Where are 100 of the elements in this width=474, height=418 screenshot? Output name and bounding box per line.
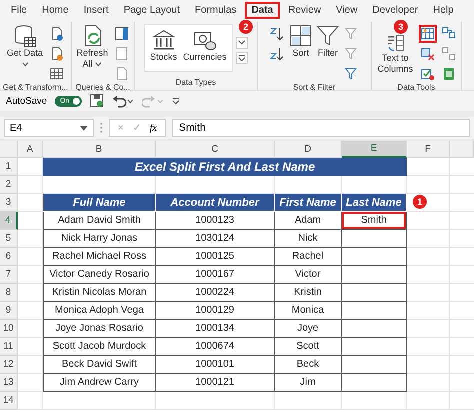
name-box[interactable]: E4 (4, 119, 94, 137)
hierarchy-icon[interactable] (442, 47, 456, 61)
table-cell: Victor Canedy Rosario (43, 266, 156, 284)
row-header[interactable]: 4 (0, 212, 18, 230)
relationships-icon[interactable] (442, 27, 456, 41)
data-model-icon[interactable] (442, 67, 456, 81)
ribbon-tab[interactable]: Review (281, 2, 328, 19)
column-header[interactable]: C (156, 141, 275, 158)
flash-fill-icon[interactable] (420, 27, 434, 41)
row-header[interactable]: 11 (0, 338, 18, 356)
table-cell: Adam (275, 212, 342, 230)
table-cell: 1000134 (156, 320, 275, 338)
dropdown-icon[interactable] (80, 126, 88, 130)
table-cell: Kristin (275, 284, 342, 302)
save-icon[interactable] (90, 94, 104, 108)
gallery-item[interactable]: Currencies (183, 52, 227, 62)
table-cell: 1000674 (156, 338, 275, 356)
grip-icon (100, 122, 103, 134)
column-header[interactable]: F (407, 141, 450, 158)
table-icon[interactable] (50, 67, 64, 81)
caret-icon[interactable] (22, 62, 28, 67)
formula-field[interactable]: Smith (172, 119, 470, 137)
document-icon[interactable] (50, 27, 64, 41)
filter-icon[interactable] (316, 24, 340, 48)
table-cell: Nick Harry Jonas (43, 230, 156, 248)
remove-duplicates-icon[interactable] (420, 47, 434, 61)
ribbon-button[interactable]: Sort (292, 48, 310, 59)
table-cell: Nick (275, 230, 342, 248)
title-banner: Excel Split First And Last Name (43, 158, 407, 176)
ribbon-button[interactable]: Filter (318, 48, 338, 59)
sort-descending-icon[interactable] (270, 47, 284, 61)
ribbon-tab[interactable]: Page Layout (116, 2, 187, 19)
table-cell: Victor (275, 266, 342, 284)
row-header[interactable]: 7 (0, 266, 18, 284)
filter-icon[interactable] (345, 67, 359, 81)
sort-icon[interactable] (289, 24, 313, 48)
validation-icon[interactable] (420, 67, 434, 81)
ribbon-button[interactable]: Get Data (5, 48, 45, 70)
group-label: Sort & Filter (292, 83, 337, 94)
gallery-item[interactable]: Stocks (150, 52, 178, 62)
row-header[interactable]: 1 (0, 158, 18, 176)
row-header[interactable]: 10 (0, 320, 18, 338)
column-header[interactable]: B (43, 141, 156, 158)
table-cell: 1000224 (156, 284, 275, 302)
table-cell: Scott Jacob Murdock (43, 338, 156, 356)
ribbon-button[interactable]: Text to Columns (376, 53, 416, 75)
table-cell: Smith (342, 212, 407, 230)
table-cell: Joye (275, 320, 342, 338)
insert-function-button[interactable]: fx (150, 122, 158, 134)
ribbon-button[interactable]: Refresh All (75, 48, 110, 70)
ribbon-tab[interactable]: File (4, 2, 34, 19)
row-header[interactable]: 14 (0, 392, 18, 410)
table-cell: Jim (275, 374, 342, 392)
data-types-gallery[interactable]: Stocks Currencies (144, 24, 233, 72)
column-header[interactable]: A (18, 141, 43, 158)
document-icon[interactable] (50, 47, 64, 61)
bank-icon[interactable] (152, 28, 176, 52)
table-cell: Beck (275, 356, 342, 374)
table-cell: 1030124 (156, 230, 275, 248)
table-cell: Scott (275, 338, 342, 356)
ribbon-tab[interactable]: Developer (366, 2, 426, 19)
autosave-label: AutoSave (6, 96, 48, 106)
customize-icon[interactable] (172, 97, 180, 105)
caret-icon[interactable] (95, 62, 102, 67)
columns-icon[interactable] (386, 33, 406, 53)
table-cell: 1000167 (156, 266, 275, 284)
sort-ascending-icon[interactable] (270, 27, 284, 41)
table-cell: Monica Adoph Vega (43, 302, 156, 320)
table-cell: Rachel Michael Ross (43, 248, 156, 266)
ribbon-tab[interactable]: Data (244, 2, 280, 19)
header-cell: First Name (275, 194, 342, 212)
group-label: Data Types (174, 78, 218, 89)
ribbon-tab[interactable]: Home (35, 2, 76, 19)
row-header[interactable]: 6 (0, 248, 18, 266)
table-cell: 1000123 (156, 212, 275, 230)
database-icon[interactable] (13, 24, 37, 48)
table-cell: 1000121 (156, 374, 275, 392)
column-header[interactable]: D (275, 141, 342, 158)
more-icon[interactable] (238, 55, 246, 61)
undo-icon[interactable] (112, 94, 134, 108)
ribbon-tab[interactable]: Help (426, 2, 461, 19)
row-header[interactable]: 5 (0, 230, 18, 248)
row-header[interactable]: 8 (0, 284, 18, 302)
group-label: Data Tools (396, 83, 436, 94)
column-header[interactable]: E (342, 141, 407, 158)
table-cell: Rachel (275, 248, 342, 266)
row-header[interactable]: 12 (0, 356, 18, 374)
row-header[interactable]: 13 (0, 374, 18, 392)
panel-icon[interactable] (115, 27, 129, 41)
table-cell: Jim Andrew Carry (43, 374, 156, 392)
ribbon-tab[interactable]: View (329, 2, 365, 19)
header-cell: Account Number (156, 194, 275, 212)
row-header[interactable]: 3 (0, 194, 18, 212)
header-cell: Last Name (342, 194, 407, 212)
ribbon-tab[interactable]: Insert (76, 2, 116, 19)
table-cell: 1000129 (156, 302, 275, 320)
row-header[interactable]: 9 (0, 302, 18, 320)
row-header[interactable]: 2 (0, 176, 18, 194)
ribbon-tab[interactable]: Formulas (188, 2, 244, 19)
table-cell: Joye Jonas Rosario (43, 320, 156, 338)
